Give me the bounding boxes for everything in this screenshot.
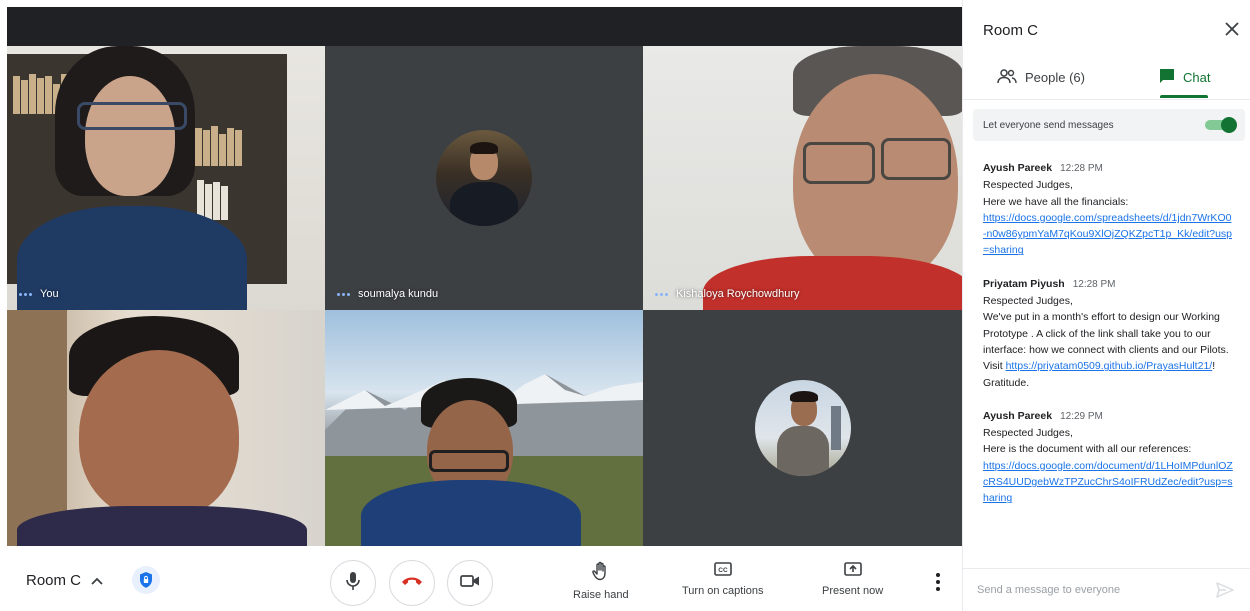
meeting-stage: You soumalya kundu Kishaloya Roychowdhur… <box>0 0 962 611</box>
microphone-button[interactable] <box>330 560 376 606</box>
captions-label: Turn on captions <box>682 585 764 597</box>
avatar <box>436 130 532 226</box>
send-messages-label: Let everyone send messages <box>983 119 1114 131</box>
video-tile-you[interactable]: You <box>7 46 325 310</box>
chat-icon <box>1159 68 1175 87</box>
hang-up-icon <box>401 574 423 592</box>
participant-name: You <box>40 288 59 300</box>
message-text: Gratitude. <box>983 376 1030 389</box>
room-name: Room C <box>26 572 82 589</box>
chat-messages: Ayush Pareek 12:28 PM Respected Judges, … <box>983 160 1233 524</box>
present-now-label: Present now <box>822 585 884 597</box>
tab-people[interactable]: People (6) <box>997 68 1085 87</box>
message-text: ! <box>1212 360 1216 373</box>
chat-tab-label: Chat <box>1183 70 1211 85</box>
message-link[interactable]: https://priyatam0509.github.io/PrayasHul… <box>1006 360 1213 372</box>
audio-indicator-icon <box>337 292 350 296</box>
message-text: Here we have all the financials: <box>983 195 1129 208</box>
chat-message-input[interactable] <box>977 579 1207 601</box>
chat-message: Ayush Pareek 12:29 PM Respected Judges, … <box>983 408 1233 507</box>
people-icon <box>997 68 1017 87</box>
control-bar: Room C Raise hand CC Turn on captions Pr… <box>0 553 962 611</box>
glasses <box>429 450 509 472</box>
glasses <box>77 102 187 130</box>
raise-hand-label: Raise hand <box>573 589 629 601</box>
active-tab-indicator <box>1160 95 1208 98</box>
message-text: Respected Judges, <box>983 427 1073 440</box>
svg-text:CC: CC <box>718 567 728 574</box>
video-tile-participant-4[interactable] <box>7 310 325 546</box>
panel-title: Room C <box>983 22 1039 39</box>
top-bar <box>7 7 962 46</box>
chat-panel: Room C People (6) Chat Let everyone send… <box>962 0 1250 611</box>
person-face <box>79 350 239 520</box>
glasses <box>803 142 875 184</box>
send-messages-setting: Let everyone send messages <box>973 109 1245 141</box>
participant-name: Kishaloya Roychowdhury <box>676 288 800 300</box>
video-tile-kishaloya[interactable]: Kishaloya Roychowdhury <box>643 46 962 310</box>
present-now-button[interactable]: Present now <box>822 561 883 597</box>
person-shirt <box>703 256 962 310</box>
message-time: 12:28 PM <box>1060 163 1103 174</box>
message-sender: Priyatam Piyush <box>983 277 1065 290</box>
send-messages-toggle[interactable] <box>1205 117 1237 133</box>
leave-call-button[interactable] <box>389 560 435 606</box>
message-text: Respected Judges, <box>983 295 1073 308</box>
video-tile-soumalya[interactable]: soumalya kundu <box>325 46 643 310</box>
captions-button[interactable]: CC Turn on captions <box>682 561 764 597</box>
video-grid: You soumalya kundu Kishaloya Roychowdhur… <box>7 46 962 546</box>
chat-message: Ayush Pareek 12:28 PM Respected Judges, … <box>983 160 1233 259</box>
video-tile-participant-6[interactable] <box>643 310 962 546</box>
message-sender: Ayush Pareek <box>983 162 1053 174</box>
present-screen-icon <box>843 561 862 580</box>
chevron-up-icon <box>91 574 103 588</box>
closed-captions-icon: CC <box>713 561 732 580</box>
video-camera-icon <box>460 574 480 593</box>
panel-tabs: People (6) Chat <box>963 58 1250 98</box>
close-icon[interactable] <box>1225 22 1239 38</box>
raise-hand-button[interactable]: Raise hand <box>573 561 629 601</box>
video-tile-participant-5[interactable] <box>325 310 643 546</box>
more-options-icon[interactable] <box>930 573 946 593</box>
participant-name: soumalya kundu <box>358 288 439 300</box>
tile-label: soumalya kundu <box>337 288 438 300</box>
tab-chat[interactable]: Chat <box>1159 68 1210 87</box>
message-time: 12:29 PM <box>1060 410 1103 422</box>
person-shirt <box>17 506 307 546</box>
send-icon[interactable] <box>1216 582 1234 598</box>
tile-label: You <box>19 288 59 300</box>
audio-indicator-icon <box>19 292 32 296</box>
message-link[interactable]: https://docs.google.com/document/d/1LHoI… <box>983 460 1233 505</box>
message-composer <box>963 568 1250 611</box>
message-text: We've put in a month's effort to design … <box>983 311 1229 356</box>
people-tab-label: People (6) <box>1025 70 1085 85</box>
message-text: Here is the document with all our refere… <box>983 443 1192 456</box>
hand-icon <box>591 561 611 584</box>
message-text: Respected Judges, <box>983 179 1073 192</box>
message-text: Visit <box>983 360 1006 373</box>
message-link[interactable]: https://docs.google.com/spreadsheets/d/1… <box>983 212 1232 257</box>
chat-message: Priyatam Piyush 12:28 PM Respected Judge… <box>983 276 1233 391</box>
microphone-icon <box>345 571 361 596</box>
host-controls-shield-icon[interactable] <box>132 566 160 594</box>
avatar <box>754 380 851 476</box>
audio-indicator-icon <box>655 292 668 296</box>
message-time: 12:28 PM <box>1072 278 1116 290</box>
person-face <box>85 76 175 196</box>
person-shirt <box>361 480 581 546</box>
divider <box>963 99 1250 100</box>
camera-button[interactable] <box>447 560 493 606</box>
message-sender: Ayush Pareek <box>983 409 1053 422</box>
meeting-details-button[interactable]: Room C <box>26 572 103 589</box>
tile-label: Kishaloya Roychowdhury <box>655 288 800 300</box>
